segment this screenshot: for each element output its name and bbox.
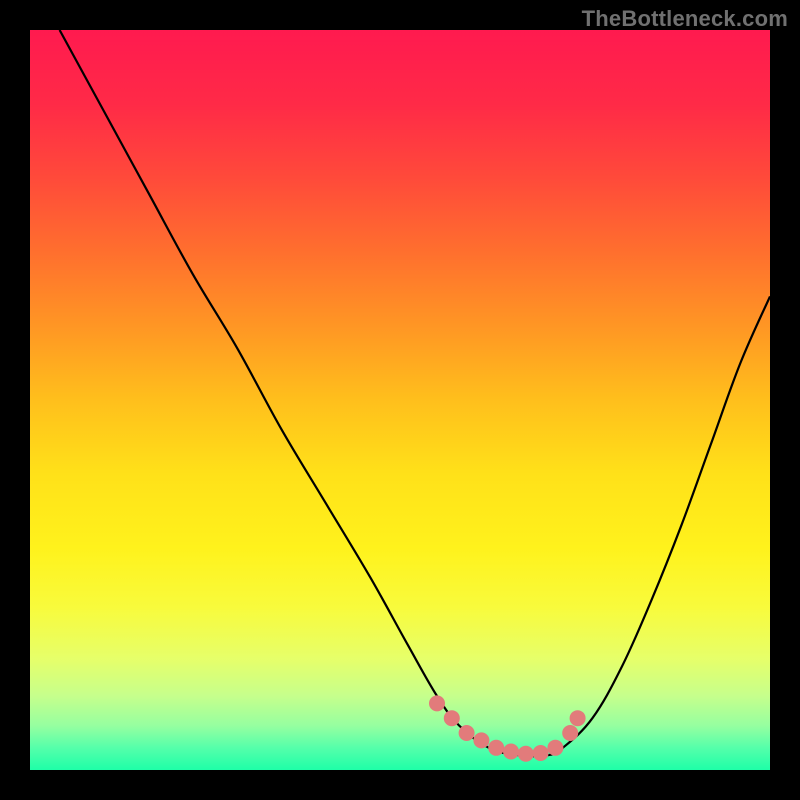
attribution-text: TheBottleneck.com: [582, 6, 788, 32]
plot-area: [30, 30, 770, 770]
marker-dot: [570, 710, 586, 726]
chart-svg: [30, 30, 770, 770]
gradient-rect: [30, 30, 770, 770]
marker-dot: [503, 744, 519, 760]
marker-dot: [459, 725, 475, 741]
marker-dot: [562, 725, 578, 741]
marker-dot: [429, 695, 445, 711]
marker-dot: [518, 746, 534, 762]
marker-dot: [473, 732, 489, 748]
chart-frame: TheBottleneck.com: [0, 0, 800, 800]
marker-dot: [488, 740, 504, 756]
marker-dot: [444, 710, 460, 726]
marker-dot: [533, 745, 549, 761]
marker-dot: [547, 740, 563, 756]
